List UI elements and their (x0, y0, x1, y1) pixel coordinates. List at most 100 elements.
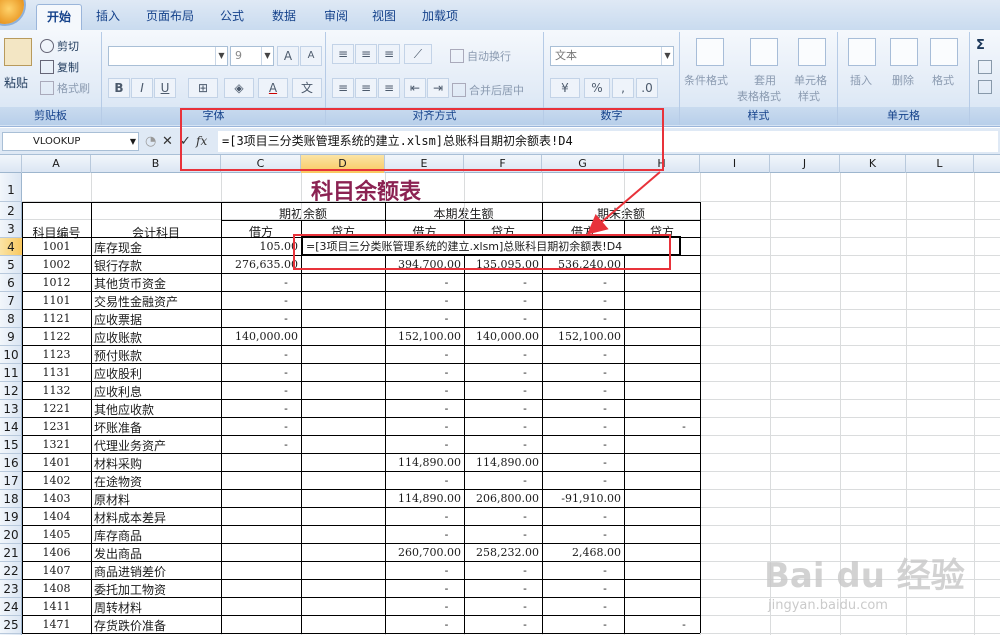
cell-code[interactable]: 1402 (22, 474, 91, 487)
cell-opening-debit[interactable]: 276,635.00 (221, 258, 301, 271)
cell-amount[interactable]: - (564, 474, 646, 487)
cell-amount[interactable]: - (564, 528, 646, 541)
border-button[interactable]: ⊞ (188, 78, 218, 98)
cell-account[interactable]: 材料成本差异 (91, 509, 221, 526)
cell-account[interactable]: 发出商品 (91, 545, 221, 562)
font-color-button[interactable]: A (258, 78, 288, 98)
cell-opening-debit[interactable]: - (246, 384, 326, 397)
align-top-button[interactable]: ≡ (332, 44, 354, 64)
row-header[interactable]: 13 (0, 400, 22, 418)
cell-account[interactable]: 存货跌价准备 (91, 617, 221, 634)
cell-amount[interactable]: - (564, 582, 646, 595)
cell-code[interactable]: 1132 (22, 384, 91, 397)
row-header[interactable]: 15 (0, 436, 22, 454)
cell-account[interactable]: 应收股利 (91, 365, 221, 382)
row-header[interactable]: 25 (0, 616, 22, 634)
cell-account[interactable]: 材料采购 (91, 455, 221, 472)
cell-opening-debit[interactable]: - (246, 294, 326, 307)
cancel-icon[interactable]: ✕ (162, 134, 173, 149)
row-header[interactable]: 7 (0, 292, 22, 310)
cell-code[interactable]: 1012 (22, 276, 91, 289)
cell-account[interactable]: 应收账款 (91, 329, 221, 346)
row-header[interactable]: 23 (0, 580, 22, 598)
cell-account[interactable]: 应收利息 (91, 383, 221, 400)
cell-code[interactable]: 1002 (22, 258, 91, 271)
cell-amount[interactable]: - (407, 402, 486, 415)
row-header[interactable]: 16 (0, 454, 22, 472)
cell-amount[interactable]: - (564, 618, 646, 631)
accounting-format-button[interactable]: ¥ (550, 78, 580, 98)
align-middle-button[interactable]: ≡ (355, 44, 377, 64)
cell-account[interactable]: 原材料 (91, 491, 221, 508)
cell-amount[interactable]: 114,890.00 (385, 456, 464, 469)
column-header-l[interactable]: L (906, 155, 974, 173)
row-header[interactable]: 12 (0, 382, 22, 400)
cell-amount[interactable]: - (486, 510, 564, 523)
row-header[interactable]: 5 (0, 256, 22, 274)
cut-button[interactable]: 剪切 (40, 38, 79, 54)
cell-amount[interactable]: - (486, 402, 564, 415)
cell-code[interactable]: 1231 (22, 420, 91, 433)
fill-color-button[interactable]: ◈ (224, 78, 254, 98)
increase-indent-button[interactable]: ⇥ (427, 78, 449, 98)
cell-account[interactable]: 交易性金融资产 (91, 293, 221, 310)
cell-account[interactable]: 应收票据 (91, 311, 221, 328)
conditional-format-button[interactable]: 条件格式 (684, 72, 728, 88)
row-header[interactable]: 21 (0, 544, 22, 562)
cell-account[interactable]: 库存现金 (91, 239, 221, 256)
cell-code[interactable]: 1408 (22, 582, 91, 595)
phonetic-button[interactable]: 文 (292, 78, 322, 98)
column-header-i[interactable]: I (700, 155, 770, 173)
decrease-indent-button[interactable]: ⇤ (404, 78, 426, 98)
cell-amount[interactable]: - (407, 528, 486, 541)
row-header[interactable]: 9 (0, 328, 22, 346)
cell-amount[interactable]: - (407, 420, 486, 433)
row-header[interactable]: 19 (0, 508, 22, 526)
delete-cells-button[interactable]: 删除 (892, 72, 914, 88)
cell-amount[interactable]: - (407, 294, 486, 307)
cell-amount[interactable]: 114,890.00 (385, 492, 464, 505)
cell-amount[interactable]: - (407, 438, 486, 451)
cell-closing-credit[interactable]: - (646, 618, 722, 631)
function-wizard-dropdown-icon[interactable]: ◔ (145, 134, 156, 149)
tab-review[interactable]: 审阅 (316, 4, 356, 30)
cell-opening-debit[interactable]: - (246, 420, 326, 433)
tab-formulas[interactable]: 公式 (212, 4, 252, 30)
cell-code[interactable]: 1123 (22, 348, 91, 361)
cell-opening-debit[interactable]: - (246, 276, 326, 289)
cell-account[interactable]: 委托加工物资 (91, 581, 221, 598)
align-bottom-button[interactable]: ≡ (378, 44, 400, 64)
row-header[interactable]: 1 (0, 173, 22, 202)
grow-font-button[interactable]: A (277, 46, 299, 66)
column-header-j[interactable]: J (770, 155, 840, 173)
cell-amount[interactable]: - (564, 294, 646, 307)
cell-amount[interactable]: - (486, 438, 564, 451)
office-button[interactable] (0, 0, 24, 24)
tab-page-layout[interactable]: 页面布局 (140, 4, 200, 30)
cell-code[interactable]: 1221 (22, 402, 91, 415)
row-header[interactable]: 8 (0, 310, 22, 328)
cell-account[interactable]: 库存商品 (91, 527, 221, 544)
shrink-font-button[interactable]: A (300, 46, 322, 66)
cell-amount[interactable]: - (564, 384, 646, 397)
cell-amount[interactable]: - (407, 276, 486, 289)
cell-amount[interactable]: - (407, 348, 486, 361)
tab-data[interactable]: 数据 (264, 4, 304, 30)
cell-amount[interactable]: - (486, 312, 564, 325)
autosum-button[interactable]: Σ (976, 38, 985, 53)
merge-center-button[interactable]: 合并后居中 (452, 82, 524, 98)
cell-amount[interactable]: - (564, 510, 646, 523)
table-format-button[interactable]: 套用 (754, 72, 776, 88)
tab-home[interactable]: 开始 (36, 4, 82, 30)
cell-amount[interactable]: - (407, 582, 486, 595)
format-cells-button[interactable]: 格式 (932, 72, 954, 88)
cell-code[interactable]: 1101 (22, 294, 91, 307)
row-header[interactable]: 3 (0, 220, 22, 238)
cell-amount[interactable]: - (564, 456, 646, 469)
fill-icon[interactable] (978, 60, 992, 74)
cell-account[interactable]: 代理业务资产 (91, 437, 221, 454)
cell-opening-debit[interactable]: - (246, 438, 326, 451)
name-box[interactable]: VLOOKUP ▼ (2, 132, 139, 151)
cell-styles-button[interactable]: 单元格 (794, 72, 827, 88)
cell-amount[interactable]: - (564, 564, 646, 577)
